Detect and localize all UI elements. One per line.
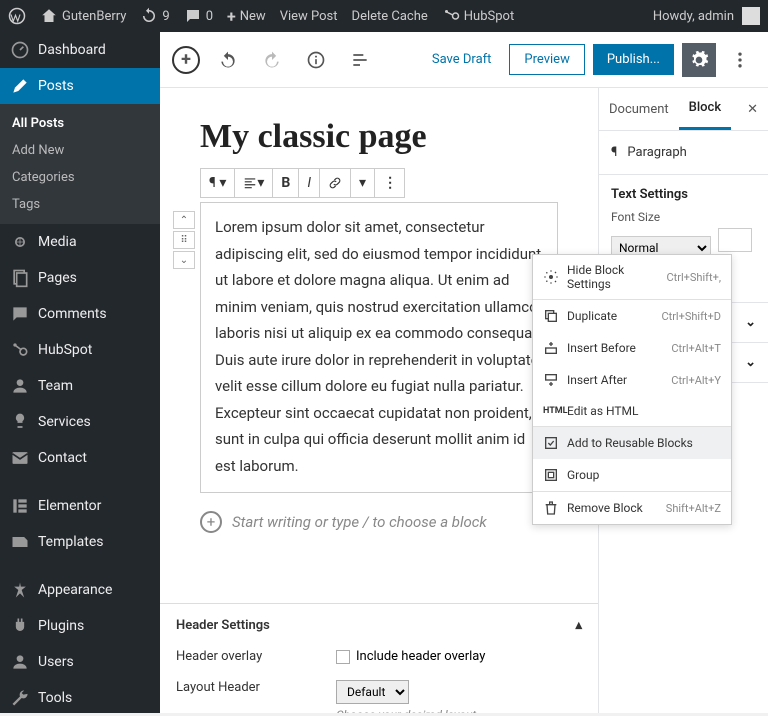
plus-icon: + — [200, 511, 222, 533]
sidebar-item-plugins[interactable]: Plugins — [0, 608, 160, 644]
text-settings-head: Text Settings — [611, 187, 756, 202]
sidebar-submenu-posts: All Posts Add New Categories Tags — [0, 104, 160, 224]
block-toolbar: ¶ ▾ ▾ B I ▾ ⋮ — [200, 168, 405, 198]
comments-link[interactable]: 0 — [184, 7, 213, 25]
hubspot-topbar-link[interactable]: HubSpot — [442, 7, 514, 25]
sidebar-item-users[interactable]: Users — [0, 644, 160, 680]
wp-logo[interactable] — [8, 7, 26, 25]
layout-header-hint: Choose your desired layout — [336, 708, 476, 713]
view-post-link[interactable]: View Post — [280, 9, 338, 24]
editor-main: + Save Draft Preview Publish... My class… — [160, 32, 768, 713]
howdy-link[interactable]: Howdy, admin — [653, 9, 734, 24]
sidebar-sub-add-new[interactable]: Add New — [0, 137, 160, 164]
block-more-button[interactable]: ⋮ — [375, 169, 404, 197]
sidebar-item-templates[interactable]: Templates — [0, 524, 160, 560]
paragraph-text: Lorem ipsum dolor sit amet, consectetur … — [215, 218, 541, 475]
close-panel-button[interactable]: ✕ — [737, 92, 768, 127]
post-title[interactable]: My classic page — [200, 118, 558, 156]
appender-placeholder: Start writing or type / to choose a bloc… — [232, 513, 487, 531]
header-overlay-label: Header overlay — [176, 649, 306, 664]
layout-header-label: Layout Header — [176, 680, 306, 695]
block-type-indicator: ¶ Paragraph — [599, 131, 768, 175]
sidebar-item-posts[interactable]: Posts — [0, 68, 160, 104]
block-mover: ⌃ ⠿ ⌄ — [173, 211, 195, 269]
menu-insert-before[interactable]: Insert BeforeCtrl+Alt+T — [533, 332, 731, 364]
sidebar-item-elementor[interactable]: Elementor — [0, 488, 160, 524]
delete-cache-link[interactable]: Delete Cache — [352, 9, 428, 24]
layout-header-select[interactable]: Default — [336, 680, 409, 704]
sidebar-item-hubspot[interactable]: HubSpot — [0, 332, 160, 368]
updates-link[interactable]: 9 — [140, 7, 169, 25]
settings-toggle-button[interactable] — [682, 43, 716, 77]
block-type-button[interactable]: ¶ ▾ — [201, 169, 235, 197]
editor-top-toolbar: + Save Draft Preview Publish... — [160, 32, 768, 88]
new-link[interactable]: +New — [227, 7, 266, 26]
admin-sidebar: Dashboard Posts All Posts Add New Catego… — [0, 32, 160, 713]
align-button[interactable]: ▾ — [235, 169, 273, 197]
publish-button[interactable]: Publish... — [593, 44, 674, 75]
sidebar-sub-tags[interactable]: Tags — [0, 191, 160, 218]
menu-hide-block-settings[interactable]: Hide Block SettingsCtrl+Shift+, — [533, 255, 731, 299]
header-settings-panel: Header Settings▴ Header overlay Include … — [160, 603, 598, 713]
sidebar-sub-all-posts[interactable]: All Posts — [0, 110, 160, 137]
menu-edit-html[interactable]: HTMLEdit as HTML — [533, 396, 731, 426]
block-options-menu: Hide Block SettingsCtrl+Shift+, Duplicat… — [532, 254, 732, 525]
move-up-button[interactable]: ⌃ — [173, 211, 195, 229]
sidebar-item-appearance[interactable]: Appearance — [0, 572, 160, 608]
move-down-button[interactable]: ⌄ — [173, 251, 195, 269]
chevron-down-icon: ⌄ — [745, 315, 756, 330]
sidebar-item-pages[interactable]: Pages — [0, 260, 160, 296]
font-size-label: Font Size — [611, 210, 756, 224]
header-overlay-checkbox[interactable] — [336, 650, 350, 664]
tab-block[interactable]: Block — [679, 88, 731, 130]
save-draft-button[interactable]: Save Draft — [422, 46, 502, 73]
sidebar-item-contact[interactable]: Contact — [0, 440, 160, 476]
tab-document[interactable]: Document — [599, 90, 679, 129]
chevron-up-icon: ▴ — [575, 618, 582, 633]
drag-handle[interactable]: ⠿ — [173, 231, 195, 249]
undo-button[interactable] — [212, 44, 244, 76]
user-avatar[interactable] — [742, 7, 760, 25]
block-appender[interactable]: + Start writing or type / to choose a bl… — [200, 511, 558, 533]
font-size-custom-input[interactable] — [718, 228, 752, 252]
menu-group[interactable]: Group — [533, 459, 731, 491]
link-button[interactable] — [320, 169, 351, 197]
sidebar-item-media[interactable]: Media — [0, 224, 160, 260]
menu-duplicate[interactable]: DuplicateCtrl+Shift+D — [533, 300, 731, 332]
italic-button[interactable]: I — [299, 169, 320, 197]
menu-add-reusable[interactable]: Add to Reusable Blocks — [533, 427, 731, 459]
redo-button[interactable] — [256, 44, 288, 76]
menu-insert-after[interactable]: Insert AfterCtrl+Alt+Y — [533, 364, 731, 396]
bold-button[interactable]: B — [273, 169, 299, 197]
sidebar-item-team[interactable]: Team — [0, 368, 160, 404]
add-block-button[interactable]: + — [172, 46, 200, 74]
sidebar-item-services[interactable]: Services — [0, 404, 160, 440]
sidebar-item-tools[interactable]: Tools — [0, 680, 160, 716]
sidebar-sub-categories[interactable]: Categories — [0, 164, 160, 191]
outline-button[interactable] — [344, 44, 376, 76]
info-button[interactable] — [300, 44, 332, 76]
admin-topbar: GutenBerry 9 0 +New View Post Delete Cac… — [0, 0, 768, 32]
site-name-link[interactable]: GutenBerry — [40, 7, 126, 25]
paragraph-block[interactable]: ⌃ ⠿ ⌄ Lorem ipsum dolor sit amet, consec… — [200, 202, 558, 493]
paragraph-icon: ¶ — [611, 145, 617, 160]
sidebar-item-comments[interactable]: Comments — [0, 296, 160, 332]
menu-remove-block[interactable]: Remove BlockShift+Alt+Z — [533, 492, 731, 524]
sidebar-item-dashboard[interactable]: Dashboard — [0, 32, 160, 68]
more-format-button[interactable]: ▾ — [351, 169, 375, 197]
header-settings-toggle[interactable]: Header Settings▴ — [176, 618, 582, 633]
chevron-down-icon: ⌄ — [745, 355, 756, 370]
header-overlay-check-label: Include header overlay — [356, 649, 485, 664]
more-options-button[interactable] — [724, 44, 756, 76]
preview-button[interactable]: Preview — [509, 44, 584, 75]
